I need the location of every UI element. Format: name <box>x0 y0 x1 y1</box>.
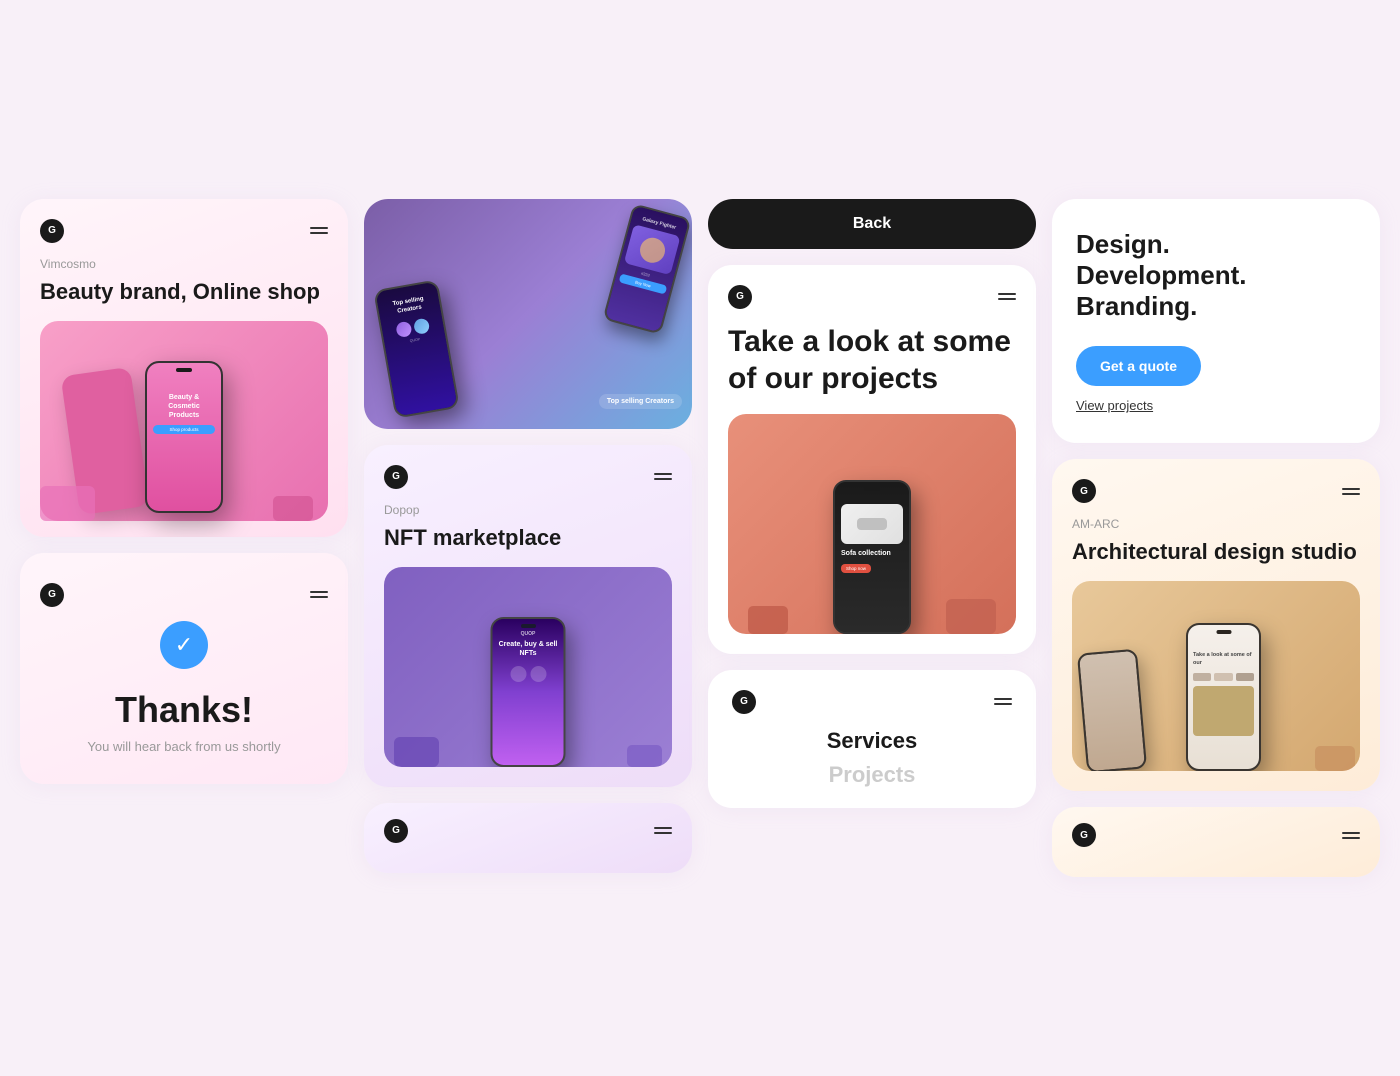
projects-nav-title: Projects <box>732 762 1012 788</box>
projects-title: Take a look at some of our projects <box>728 323 1016 398</box>
col4-bottom-logo: G <box>1072 823 1096 847</box>
phone-screen-beauty: Beauty & Cosmetic Products Shop products <box>147 363 221 511</box>
thanks-title: Thanks! <box>40 689 328 731</box>
amarc-title: Architectural design studio <box>1072 539 1360 565</box>
thanks-logo: G <box>40 583 64 607</box>
arch-phone-back <box>1077 649 1147 771</box>
dopop-menu-icon[interactable] <box>654 473 672 480</box>
dopop-title: NFT marketplace <box>384 525 672 551</box>
col2-bottom-card: G <box>364 803 692 873</box>
vimcosmo-label: Vimcosmo <box>40 257 328 271</box>
amarc-card: G AM-ARC Architectural design studio Tak… <box>1052 459 1380 791</box>
col2-bottom-menu[interactable] <box>654 827 672 834</box>
dopop-image-area: QUOP Create, buy & sell NFTs <box>384 567 672 767</box>
sofa-phone: Sofa collection Shop now <box>833 480 911 634</box>
thanks-card-header: G <box>40 583 328 607</box>
decor-nft-1 <box>394 737 439 767</box>
services-logo: G <box>732 690 756 714</box>
back-button[interactable]: Back <box>708 199 1036 249</box>
col4-bottom-header: G <box>1072 823 1360 847</box>
column-1: G Vimcosmo Beauty brand, Online shop <box>20 199 348 784</box>
back-button-wrapper: Back <box>708 199 1036 249</box>
services-card: G Services Projects <box>708 670 1036 808</box>
dopop-label: Dopop <box>384 503 672 517</box>
services-title: Services <box>732 728 1012 754</box>
services-menu-icon[interactable] <box>994 698 1012 705</box>
column-3: Back G Take a look at some of our projec… <box>708 199 1036 808</box>
dopop-card-header: G <box>384 465 672 489</box>
amarc-label: AM-ARC <box>1072 517 1360 531</box>
dopop-card: G Dopop NFT marketplace QUOP Create, buy… <box>364 445 692 787</box>
nft-top-label: Top selling Creators <box>599 394 682 409</box>
vimcosmo-card: G Vimcosmo Beauty brand, Online shop <box>20 199 348 537</box>
arch-notch <box>1216 630 1231 634</box>
amarc-logo: G <box>1072 479 1096 503</box>
phone-notch-beauty <box>176 368 192 372</box>
hero-tagline: Design. Development. Branding. <box>1076 229 1356 323</box>
decor-arch-1 <box>1315 746 1355 771</box>
view-projects-link[interactable]: View projects <box>1076 398 1356 413</box>
col2-bottom-header: G <box>384 819 672 843</box>
nft-phone-1: Galaxy Fighter #332 Buy Now <box>602 203 691 334</box>
col4-bottom-card: G <box>1052 807 1380 877</box>
vimcosmo-image-area: Beauty & Cosmetic Products Shop products <box>40 321 328 521</box>
decor-nft-2 <box>627 745 662 767</box>
sofa-image-area: Sofa collection Shop now <box>728 414 1016 634</box>
arch-image-area: Take a look at some of our <box>1072 581 1360 771</box>
decor-sofa-2 <box>748 606 788 634</box>
col4-bottom-menu[interactable] <box>1342 832 1360 839</box>
hero-card: Design. Development. Branding. Get a quo… <box>1052 199 1380 444</box>
beauty-screen-text: Beauty & Cosmetic Products <box>153 393 215 420</box>
sofa-screen-btn: Shop now <box>841 564 871 573</box>
tagline-line-1: Design. <box>1076 229 1356 260</box>
projects-logo: G <box>728 285 752 309</box>
vimcosmo-menu-icon[interactable] <box>310 227 328 234</box>
projects-card-header: G <box>728 285 1016 309</box>
thanks-subtitle: You will hear back from us shortly <box>40 739 328 754</box>
tagline-line-2: Development. <box>1076 260 1356 291</box>
page-wrapper: G Vimcosmo Beauty brand, Online shop <box>20 199 1380 878</box>
nft-phone-2: Top sellingCreators QUOP <box>373 279 460 418</box>
sofa-notch <box>864 487 880 491</box>
beauty-screen-btn: Shop products <box>153 425 215 434</box>
decor-sofa-1 <box>946 599 996 634</box>
column-2: Galaxy Fighter #332 Buy Now Top sellingC… <box>364 199 692 873</box>
projects-card: G Take a look at some of our projects So… <box>708 265 1036 654</box>
amarc-card-header: G <box>1072 479 1360 503</box>
nft-top-image: Galaxy Fighter #332 Buy Now Top sellingC… <box>364 199 692 429</box>
decor-block-2 <box>273 496 313 521</box>
arch-phone-main: Take a look at some of our <box>1186 623 1261 771</box>
vimcosmo-logo: G <box>40 219 64 243</box>
vimcosmo-card-header: G <box>40 219 328 243</box>
amarc-menu-icon[interactable] <box>1342 488 1360 495</box>
phone-main-beauty: Beauty & Cosmetic Products Shop products <box>145 361 223 513</box>
thanks-card: G ✓ Thanks! You will hear back from us s… <box>20 553 348 784</box>
column-4: Design. Development. Branding. Get a quo… <box>1052 199 1380 878</box>
tagline-line-3: Branding. <box>1076 291 1356 322</box>
thanks-checkmark-icon: ✓ <box>160 621 208 669</box>
col2-bottom-logo: G <box>384 819 408 843</box>
thanks-menu-icon[interactable] <box>310 591 328 598</box>
get-quote-button[interactable]: Get a quote <box>1076 346 1201 386</box>
services-card-header: G <box>732 690 1012 714</box>
dopop-phone: QUOP Create, buy & sell NFTs <box>491 617 566 767</box>
dopop-logo: G <box>384 465 408 489</box>
projects-menu-icon[interactable] <box>998 293 1016 300</box>
dopop-notch <box>521 624 536 628</box>
vimcosmo-title: Beauty brand, Online shop <box>40 279 328 305</box>
decor-block-1 <box>40 486 95 521</box>
nft-top-card: Galaxy Fighter #332 Buy Now Top sellingC… <box>364 199 692 429</box>
